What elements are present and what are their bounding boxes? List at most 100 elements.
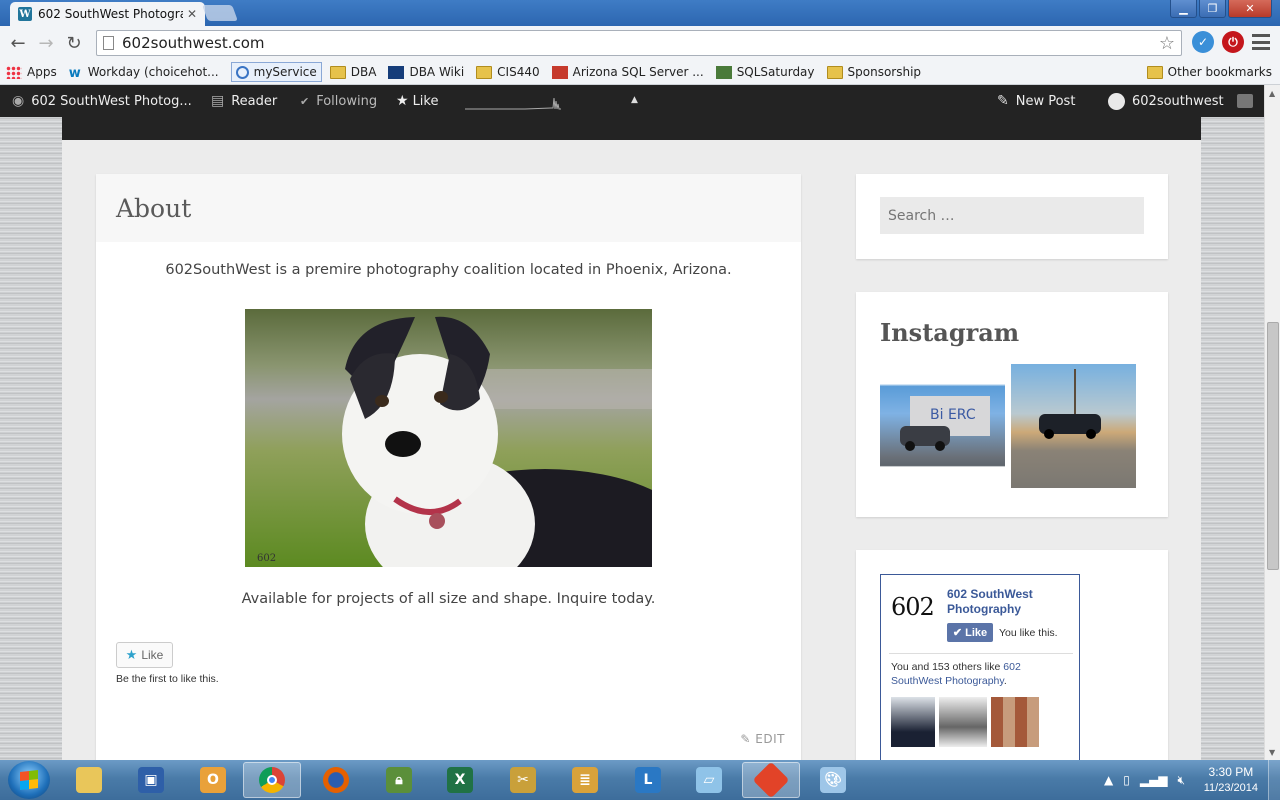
page-icon <box>103 36 114 50</box>
taskbar-outlook[interactable]: O <box>184 762 242 798</box>
taskbar-tools[interactable]: ✂ <box>494 762 552 798</box>
reload-button[interactable]: ↻ <box>60 29 88 57</box>
minimize-button[interactable]: ▁ <box>1170 0 1197 18</box>
page-content: About 602SouthWest is a premire photogra… <box>62 140 1201 761</box>
outlook-icon: O <box>200 767 226 793</box>
facebook-widget: 602 602 SouthWest Photography ✔ Like You … <box>856 550 1168 761</box>
maximize-button[interactable]: ❐ <box>1199 0 1226 18</box>
chrome-icon <box>259 767 285 793</box>
notifications-button[interactable] <box>1237 85 1253 117</box>
show-hidden-icons[interactable]: ▲ <box>1104 773 1113 788</box>
bookmark-dba-wiki[interactable]: DBA Wiki <box>388 65 464 79</box>
fan-avatar[interactable] <box>891 697 935 747</box>
sql-server-icon <box>551 65 568 79</box>
clock[interactable]: 3:30 PM 11/23/2014 <box>1204 764 1258 796</box>
dog-illustration <box>342 316 652 567</box>
taskbar-paint[interactable]: 🎨︎ <box>804 762 862 798</box>
bookmark-arizona-sql[interactable]: Arizona SQL Server ... <box>551 65 704 79</box>
intro-text: 602SouthWest is a premire photography co… <box>165 262 732 278</box>
folder-icon <box>826 65 843 79</box>
bookmark-sqlsaturday[interactable]: SQLSaturday <box>715 65 815 79</box>
avatar <box>1108 92 1125 110</box>
taskbar-keepass[interactable]: 🔒︎ <box>370 762 428 798</box>
bookmark-workday[interactable]: w Workday (choicehot... <box>68 65 219 81</box>
windows-taskbar: ▣ O 🔒︎ X ✂ ≣ L ▱ 🎨︎ ▲ ▯ ▂▄▆ 🔇︎ 3:30 PM 1… <box>0 760 1280 800</box>
extension-icon[interactable]: ✓ <box>1192 31 1214 53</box>
scroll-down-icon[interactable]: ▼ <box>1269 748 1275 757</box>
tab-active[interactable]: W 602 SouthWest Photograp ✕ <box>10 2 205 26</box>
firefox-icon <box>323 767 349 793</box>
like-link[interactable]: ★ Like <box>396 85 438 117</box>
scroll-up-icon[interactable]: ▲ <box>1269 89 1275 98</box>
dog-photo[interactable]: 602 <box>245 309 652 567</box>
user-menu[interactable]: 602southwest <box>1108 85 1224 117</box>
monitor-icon: ▣ <box>138 767 164 793</box>
taskbar-excel[interactable]: X <box>431 762 489 798</box>
show-desktop-button[interactable] <box>1268 760 1280 800</box>
tab-title: 602 SouthWest Photograp <box>38 7 183 21</box>
facebook-page-name[interactable]: 602 SouthWest Photography <box>947 587 1067 617</box>
bookmark-myservice[interactable]: myService <box>230 62 322 82</box>
bookmark-star-icon[interactable]: ☆ <box>1159 33 1175 54</box>
browser-toolbar: ← → ↻ 602southwest.com ☆ ✓ ⏻ <box>0 26 1280 60</box>
taskbar-sql-server[interactable]: ≣ <box>556 762 614 798</box>
stats-sparkline[interactable] <box>465 92 561 110</box>
following-button[interactable]: ✔ Following <box>300 85 377 117</box>
check-icon: ✔ <box>300 94 310 108</box>
star-icon: ★ <box>396 93 409 109</box>
volume-muted-icon[interactable]: 🔇︎ <box>1178 773 1186 788</box>
notes-icon: ▱ <box>696 767 722 793</box>
scrollbar-thumb[interactable] <box>1267 322 1279 570</box>
entry-header: About <box>96 174 801 242</box>
wiki-icon <box>388 65 405 79</box>
close-tab-icon[interactable]: ✕ <box>187 7 197 21</box>
like-button[interactable]: ★ Like <box>116 642 173 668</box>
fan-avatar[interactable] <box>939 697 987 747</box>
reader-link[interactable]: ▤ Reader <box>211 85 277 117</box>
vertical-scrollbar[interactable]: ▲ ▼ <box>1264 85 1280 761</box>
bookmark-cis440[interactable]: CIS440 <box>476 65 540 79</box>
sqlsaturday-icon <box>715 65 732 79</box>
taskbar-chrome[interactable] <box>243 762 301 798</box>
taskbar-explorer[interactable] <box>60 762 118 798</box>
extension-stop-icon[interactable]: ⏻ <box>1222 31 1244 53</box>
collapse-arrow-icon[interactable]: ▲ <box>631 95 638 105</box>
close-window-button[interactable]: ✕ <box>1228 0 1272 18</box>
windows-logo-icon <box>20 770 38 790</box>
service-icon <box>235 65 249 79</box>
bookmark-dba[interactable]: DBA <box>329 65 376 79</box>
url-text: 602southwest.com <box>122 34 265 52</box>
site-header-strip <box>62 117 1201 140</box>
instagram-photo[interactable] <box>1011 364 1136 488</box>
taskbar-notes[interactable]: ▱ <box>680 762 738 798</box>
battery-icon[interactable]: ▯ <box>1123 773 1130 788</box>
start-button[interactable] <box>8 761 50 799</box>
search-input[interactable] <box>880 197 1144 234</box>
workday-icon: w <box>68 65 81 81</box>
page-title: About <box>116 194 192 223</box>
taskbar-git[interactable] <box>742 761 800 799</box>
chrome-menu-icon[interactable] <box>1252 34 1270 50</box>
divider <box>889 653 1073 654</box>
back-button[interactable]: ← <box>4 29 32 57</box>
clock-time: 3:30 PM <box>1208 765 1254 779</box>
new-post-link[interactable]: ✎ New Post <box>997 85 1075 117</box>
globe-icon: ◉ <box>12 93 25 109</box>
taskbar-firefox[interactable] <box>307 762 365 798</box>
address-bar[interactable]: 602southwest.com ☆ <box>96 30 1182 56</box>
my-sites-menu[interactable]: ◉ 602 SouthWest Photog... <box>12 85 192 117</box>
bookmark-apps[interactable]: Apps <box>6 65 57 79</box>
signal-icon[interactable]: ▂▄▆ <box>1140 773 1168 788</box>
other-bookmarks[interactable]: Other bookmarks <box>1146 65 1272 79</box>
you-like-text: You like this. <box>999 627 1058 639</box>
taskbar-remote-desktop[interactable]: ▣ <box>122 762 180 798</box>
bookmark-sponsorship[interactable]: Sponsorship <box>826 65 921 79</box>
edit-link[interactable]: ✎ EDIT <box>740 732 785 746</box>
taskbar-lync[interactable]: L <box>619 762 677 798</box>
lync-icon: L <box>635 767 661 793</box>
fan-avatar[interactable] <box>991 697 1039 747</box>
facebook-like-button[interactable]: ✔ Like <box>947 623 993 642</box>
instagram-photo[interactable]: Bi ERC <box>880 364 1005 488</box>
new-tab-button[interactable] <box>202 5 238 21</box>
forward-button[interactable]: → <box>32 29 60 57</box>
